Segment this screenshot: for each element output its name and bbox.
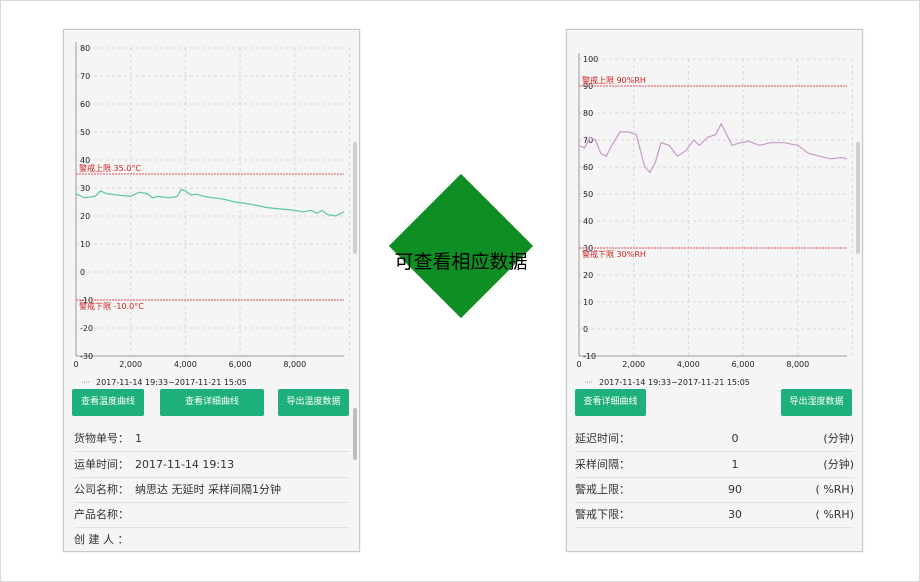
param-row-delay-time: 延迟时间： 0 (分钟) xyxy=(575,426,854,452)
param-value: 0 xyxy=(731,432,739,445)
info-value: 纳思达 无延时 采样间隔1分钟 xyxy=(135,483,281,496)
series-line xyxy=(75,188,345,217)
lower-limit-label: 警戒下限 30%RH xyxy=(582,249,646,259)
humidity-screen: 100 90 80 70 60 50 40 30 20 10 0 -10 0 2,000 4,000 6,00… xyxy=(566,29,863,552)
param-unit: ( %RH) xyxy=(815,508,854,521)
param-value: 90 xyxy=(728,483,742,496)
param-row-upper-limit: 警戒上限： 90 ( %RH) xyxy=(575,477,854,503)
y-tick-label: 50 xyxy=(80,128,90,137)
info-row-creator: 创 建 人 ： xyxy=(74,527,349,551)
detail-curve-button[interactable]: 查看详细曲线 xyxy=(160,389,264,416)
param-value: 1 xyxy=(731,458,739,471)
upper-limit-label: 警戒上限 90%RH xyxy=(582,75,646,85)
info-label: 创 建 人 ： xyxy=(74,533,129,546)
param-value: 30 xyxy=(728,508,742,521)
temperature-chart: 80706050403020100-10-20-300 2,000 4,000 6,0… xyxy=(73,42,350,386)
info-row-company-name: 公司名称： 纳思达 无延时 采样间隔1分钟 xyxy=(74,477,349,503)
x-tick-label: 2,000 xyxy=(622,360,645,369)
y-tick-label: 60 xyxy=(583,163,593,172)
param-label: 采样间隔： xyxy=(575,458,630,471)
x-tick-label: 6,000 xyxy=(732,360,755,369)
info-value: 2017-11-14 19:13 xyxy=(135,458,235,471)
y-tick-label: -20 xyxy=(80,324,93,333)
x-tick-label: 0 xyxy=(576,360,581,369)
page-scrollbar[interactable] xyxy=(353,408,357,460)
info-label: 运单时间： xyxy=(74,458,129,471)
x-tick-label: 0 xyxy=(73,360,78,369)
y-tick-label: -30 xyxy=(80,352,93,361)
temperature-screen: 80 70 60 50 40 30 20 10 0 -10 -20 -30 0 2,000 4,000 6,0… xyxy=(63,29,360,552)
y-tick-label: 60 xyxy=(80,100,90,109)
x-tick-label: 4,000 xyxy=(677,360,700,369)
param-label: 延迟时间： xyxy=(575,432,630,445)
info-label: 公司名称： xyxy=(74,483,129,496)
y-tick-label: 80 xyxy=(80,44,90,53)
x-tick-label: 8,000 xyxy=(283,360,306,369)
x-tick-label: 2,000 xyxy=(119,360,142,369)
info-label: 产品名称： xyxy=(74,508,129,521)
legend-label: 2017-11-14 19:33~2017-11-21 15:05 xyxy=(96,378,247,386)
humidity-chart: 1009080706050403020100-100 2,000 4,000 6,00… xyxy=(576,53,853,386)
x-tick-label: 6,000 xyxy=(229,360,252,369)
param-unit: ( %RH) xyxy=(815,483,854,496)
y-tick-label: 10 xyxy=(583,298,593,307)
y-tick-label: 20 xyxy=(80,212,90,221)
export-temperature-button[interactable]: 导出温度数据 xyxy=(278,389,349,416)
y-tick-label: 100 xyxy=(583,55,598,64)
chart-scrollbar[interactable] xyxy=(856,142,860,254)
y-tick-label: 50 xyxy=(583,190,593,199)
temperature-curve-button[interactable]: 查看温度曲线 xyxy=(72,389,144,416)
param-unit: (分钟) xyxy=(823,432,854,445)
param-unit: (分钟) xyxy=(823,458,854,471)
y-tick-label: 40 xyxy=(583,217,593,226)
param-label: 警戒上限： xyxy=(575,483,630,496)
info-value: 1 xyxy=(135,432,142,445)
info-label: 货物单号： xyxy=(74,432,129,445)
x-tick-label: 4,000 xyxy=(174,360,197,369)
y-tick-label: -10 xyxy=(583,352,596,361)
y-tick-label: 10 xyxy=(80,240,90,249)
x-tick-label: 8,000 xyxy=(786,360,809,369)
chart-scrollbar[interactable] xyxy=(353,142,357,254)
lower-limit-label: 警戒下限 -10.0°C xyxy=(79,301,144,311)
y-tick-label: 0 xyxy=(80,268,85,277)
info-row-waybill-time: 运单时间： 2017-11-14 19:13 xyxy=(74,452,349,478)
y-tick-label: 70 xyxy=(80,72,90,81)
param-row-lower-limit: 警戒下限： 30 ( %RH) xyxy=(575,502,854,528)
y-tick-label: 80 xyxy=(583,109,593,118)
center-callout-label: 可查看相应数据 xyxy=(394,251,528,273)
param-label: 警戒下限： xyxy=(575,508,630,521)
detail-curve-button[interactable]: 查看详细曲线 xyxy=(575,389,646,416)
info-row-order-number: 货物单号： 1 xyxy=(74,426,349,452)
info-row-product-name: 产品名称： xyxy=(74,502,349,528)
param-row-sampling-interval: 采样间隔： 1 (分钟) xyxy=(575,452,854,478)
y-tick-label: 30 xyxy=(80,184,90,193)
export-humidity-button[interactable]: 导出湿度数据 xyxy=(781,389,852,416)
y-tick-label: 20 xyxy=(583,271,593,280)
legend-label: 2017-11-14 19:33~2017-11-21 15:05 xyxy=(599,378,750,386)
y-tick-label: 0 xyxy=(583,325,588,334)
series-line xyxy=(578,122,848,174)
upper-limit-label: 警戒上限 35.0°C xyxy=(79,163,141,173)
